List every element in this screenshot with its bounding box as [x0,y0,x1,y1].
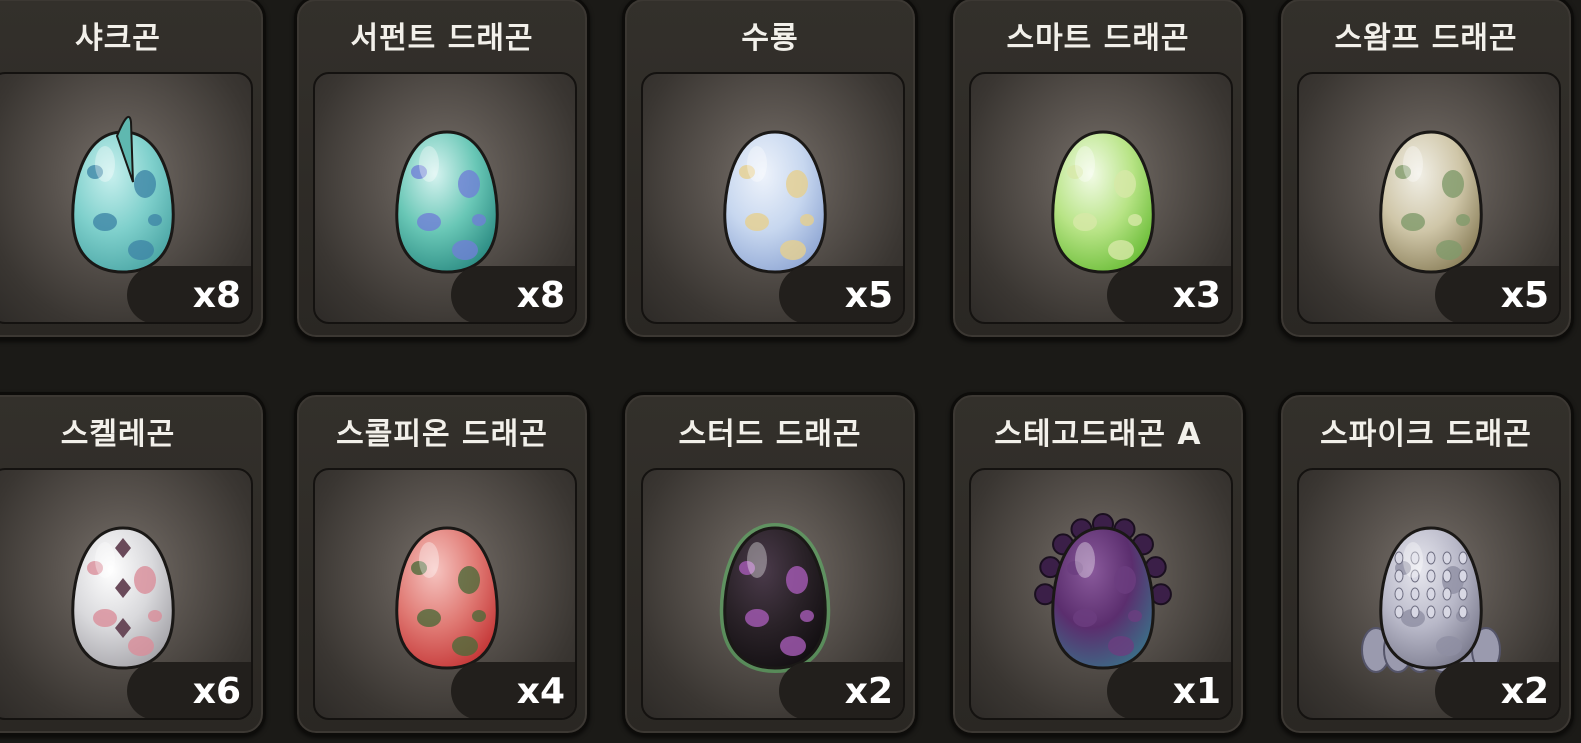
egg-slot: x2 [641,468,905,720]
egg-card-2[interactable]: 서펀트 드래곤 x8 [294,0,590,340]
egg-slot: x1 [969,468,1233,720]
egg-count-badge: x8 [127,266,251,322]
egg-slot: x8 [313,72,577,324]
egg-name: 수룡 [741,21,799,56]
egg-name: 스콜피온 드래곤 [336,417,548,452]
egg-slot: x5 [1297,72,1561,324]
egg-name: 스마트 드래곤 [1006,21,1190,56]
egg-count-badge: x2 [1435,662,1559,718]
egg-card-9[interactable]: 스테고드래곤 A x1 [950,392,1246,736]
egg-name: 스왐프 드래곤 [1334,21,1518,56]
egg-slot: x8 [0,72,253,324]
egg-count-badge: x1 [1107,662,1231,718]
egg-card-6[interactable]: 스켈레곤 x6 [0,392,266,736]
egg-slot: x5 [641,72,905,324]
egg-card-7[interactable]: 스콜피온 드래곤 x4 [294,392,590,736]
egg-name: 샤크곤 [75,21,161,56]
egg-name: 서펀트 드래곤 [350,21,534,56]
egg-count-badge: x5 [1435,266,1559,322]
egg-count-badge: x5 [779,266,903,322]
egg-slot: x6 [0,468,253,720]
egg-count-badge: x6 [127,662,251,718]
egg-card-4[interactable]: 스마트 드래곤 x3 [950,0,1246,340]
egg-slot: x2 [1297,468,1561,720]
egg-card-8[interactable]: 스터드 드래곤 x2 [622,392,918,736]
egg-count-badge: x2 [779,662,903,718]
egg-count-badge: x3 [1107,266,1231,322]
egg-card-1[interactable]: 샤크곤 x8 [0,0,266,340]
egg-count-badge: x4 [451,662,575,718]
egg-card-5[interactable]: 스왐프 드래곤 x5 [1278,0,1574,340]
egg-name: 스테고드래곤 A [994,417,1202,452]
egg-name: 스켈레곤 [60,417,176,452]
egg-card-10[interactable]: 스파이크 드래곤 x2 [1278,392,1574,736]
egg-card-3[interactable]: 수룡 x5 [622,0,918,340]
egg-name: 스파이크 드래곤 [1320,417,1532,452]
egg-slot: x4 [313,468,577,720]
egg-count-badge: x8 [451,266,575,322]
egg-slot: x3 [969,72,1233,324]
egg-name: 스터드 드래곤 [678,417,862,452]
